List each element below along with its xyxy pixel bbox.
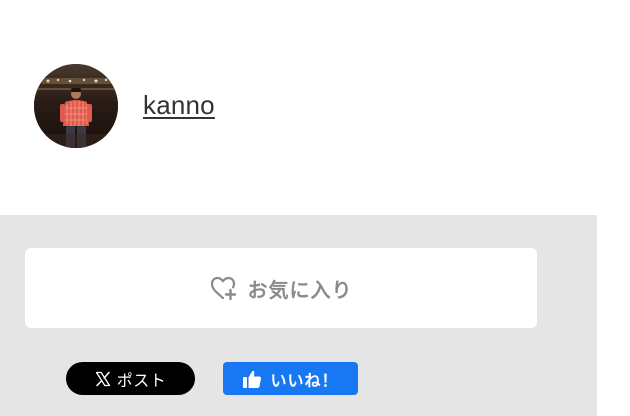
page: kanno お気に入り ポスト いいね！ <box>0 0 630 416</box>
facebook-like-button[interactable]: いいね！ <box>223 362 358 395</box>
actions-panel: お気に入り ポスト いいね！ <box>0 215 597 416</box>
author-name-link[interactable]: kanno <box>143 90 215 121</box>
favorite-label: お気に入り <box>247 277 353 302</box>
heart-plus-icon <box>210 275 238 301</box>
thumbs-up-icon <box>242 369 262 389</box>
user-avatar-photo-icon <box>34 63 118 148</box>
social-share-row: ポスト いいね！ <box>0 362 597 396</box>
favorite-button[interactable]: お気に入り <box>25 248 537 328</box>
x-logo-icon <box>95 371 111 387</box>
facebook-like-label: いいね！ <box>270 370 339 390</box>
x-post-button[interactable]: ポスト <box>66 362 195 395</box>
x-post-label: ポスト <box>116 370 167 390</box>
avatar[interactable] <box>34 63 118 148</box>
author-row: kanno <box>34 63 215 148</box>
